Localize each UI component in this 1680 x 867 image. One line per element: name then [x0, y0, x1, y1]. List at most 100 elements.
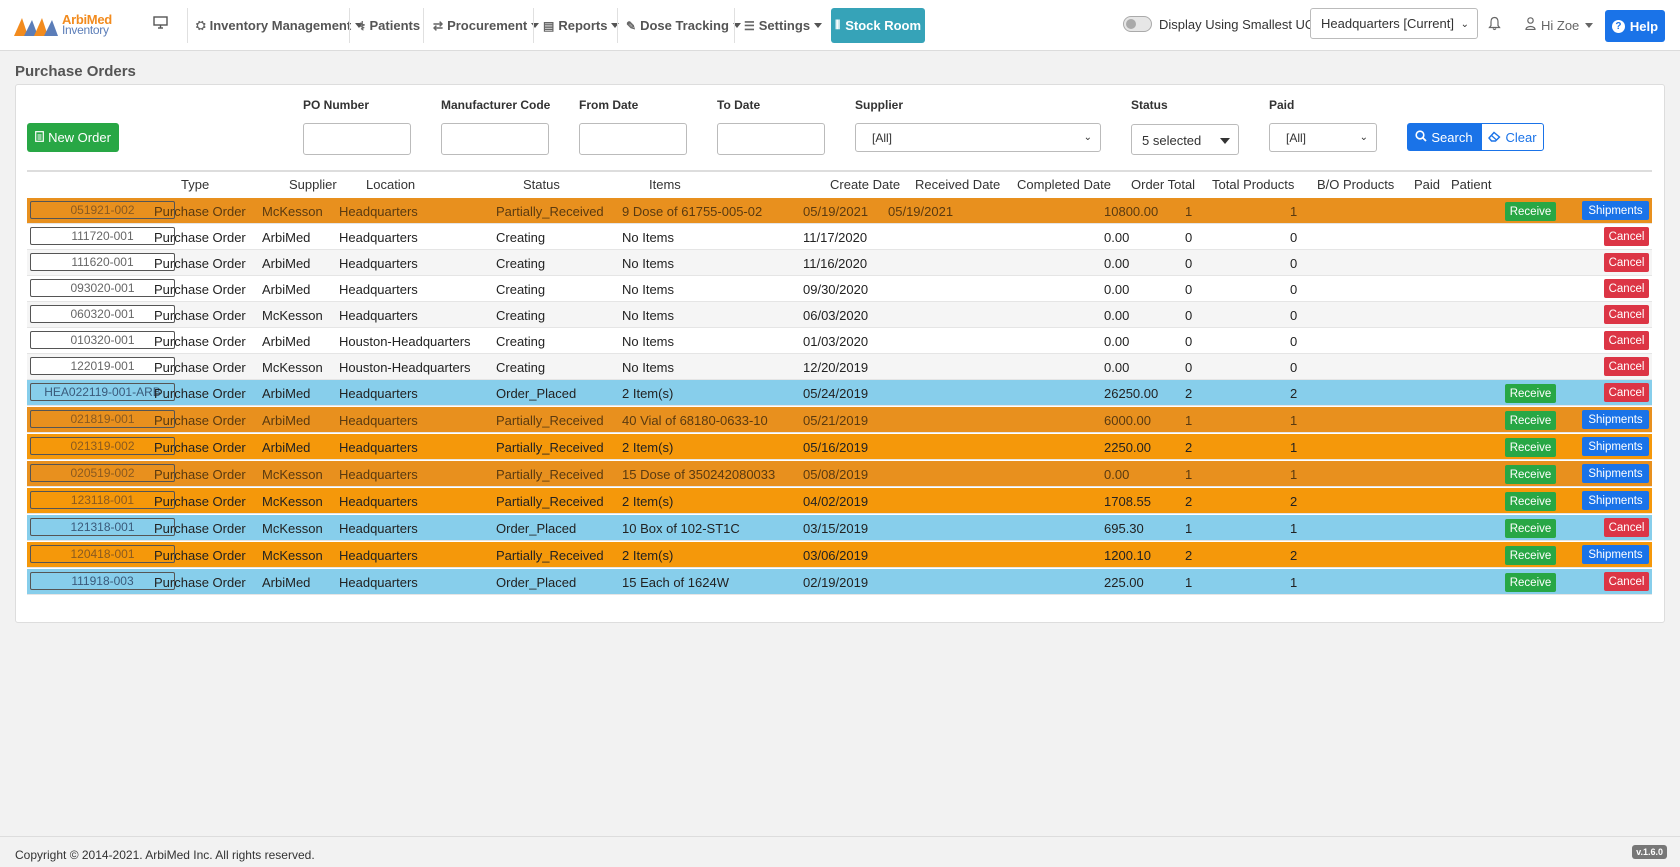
- paid-select[interactable]: [All] ⌄: [1269, 123, 1377, 152]
- shipments-button[interactable]: Shipments: [1582, 201, 1649, 220]
- cell-total: 1708.55: [1104, 494, 1151, 509]
- cancel-button[interactable]: Cancel: [1604, 227, 1649, 246]
- receive-button[interactable]: Receive: [1505, 573, 1556, 592]
- receive-button[interactable]: Receive: [1505, 546, 1556, 565]
- cell-type: Purchase Order: [154, 386, 246, 401]
- search-button[interactable]: Search: [1407, 123, 1481, 151]
- table-row[interactable]: 093020-001 Purchase Order ArbiMed Headquart…: [27, 276, 1652, 302]
- clear-button[interactable]: Clear: [1481, 123, 1544, 151]
- caret-down-icon: [611, 23, 620, 28]
- th-items[interactable]: Items: [649, 177, 681, 192]
- table-row[interactable]: 121318-001 Purchase Order McKesson Headquar…: [27, 515, 1652, 541]
- cancel-button[interactable]: Cancel: [1604, 279, 1649, 298]
- shipments-button[interactable]: Shipments: [1582, 491, 1649, 510]
- receive-button[interactable]: Receive: [1505, 411, 1556, 430]
- bell-icon[interactable]: [1488, 16, 1501, 34]
- help-button[interactable]: ? Help: [1605, 10, 1665, 42]
- cancel-button[interactable]: Cancel: [1604, 305, 1649, 324]
- file-plus-icon: [35, 130, 44, 145]
- receive-button[interactable]: Receive: [1505, 438, 1556, 457]
- table-row[interactable]: 021319-002 Purchase Order ArbiMed Headquart…: [27, 434, 1652, 460]
- cell-type: Purchase Order: [154, 360, 246, 375]
- from-date-input[interactable]: [579, 123, 687, 155]
- smallest-uom-toggle[interactable]: [1123, 16, 1152, 32]
- supplier-select-value: [All]: [872, 131, 893, 145]
- chevron-down-icon: ⌄: [1460, 19, 1469, 30]
- user-injured-icon: ⚕: [359, 18, 366, 33]
- nav-reports[interactable]: ▤ Reports: [543, 0, 620, 51]
- cancel-button[interactable]: Cancel: [1604, 518, 1649, 537]
- po-number-input[interactable]: [303, 123, 411, 155]
- table-row[interactable]: 060320-001 Purchase Order McKesson Headquar…: [27, 302, 1652, 328]
- table-row[interactable]: 010320-001 Purchase Order ArbiMed Houston-H…: [27, 328, 1652, 354]
- smallest-uom-label: Display Using Smallest UOM: [1159, 17, 1326, 32]
- table-row[interactable]: 020519-002 Purchase Order McKesson Headquar…: [27, 461, 1652, 487]
- th-type[interactable]: Type: [181, 177, 209, 192]
- cell-create: 05/19/2021: [803, 204, 869, 219]
- cell-type: Purchase Order: [154, 230, 246, 245]
- receive-button[interactable]: Receive: [1505, 519, 1556, 538]
- cell-products: 1: [1185, 204, 1193, 219]
- supplier-select[interactable]: [All] ⌄: [855, 123, 1101, 152]
- table-row[interactable]: 123118-001 Purchase Order McKesson Headquar…: [27, 488, 1652, 514]
- monitor-icon[interactable]: [153, 16, 168, 32]
- cancel-button[interactable]: Cancel: [1604, 357, 1649, 376]
- cell-location: Headquarters: [339, 575, 418, 590]
- cancel-button[interactable]: Cancel: [1604, 253, 1649, 272]
- status-multiselect[interactable]: 5 selected: [1131, 124, 1239, 155]
- nav-dose-tracking[interactable]: ✎ Dose Tracking: [626, 0, 741, 51]
- shipments-button[interactable]: Shipments: [1582, 410, 1649, 429]
- th-patient[interactable]: Patient: [1451, 177, 1491, 192]
- th-supplier[interactable]: Supplier: [289, 177, 337, 192]
- arbimed-logo[interactable]: ArbiMed Inventory: [14, 12, 119, 38]
- cell-status: Partially_Received: [496, 440, 604, 455]
- table-row[interactable]: 051921-002 Purchase Order McKesson Headquar…: [27, 198, 1652, 224]
- cancel-button[interactable]: Cancel: [1604, 383, 1649, 402]
- shipments-button[interactable]: Shipments: [1582, 464, 1649, 483]
- location-select[interactable]: Headquarters [Current] ⌄: [1310, 8, 1478, 39]
- th-received-date[interactable]: Received Date: [915, 177, 1000, 192]
- th-bo-products[interactable]: B/O Products: [1317, 177, 1394, 192]
- shipments-button[interactable]: Shipments: [1582, 545, 1649, 564]
- table-row[interactable]: 111620-001 Purchase Order ArbiMed Headquart…: [27, 250, 1652, 276]
- table-row[interactable]: 021819-001 Purchase Order ArbiMed Headquart…: [27, 407, 1652, 433]
- cell-supplier: McKesson: [262, 548, 323, 563]
- th-completed-date[interactable]: Completed Date: [1017, 177, 1111, 192]
- nav-procurement[interactable]: ⇄ Procurement: [433, 0, 540, 51]
- receive-button[interactable]: Receive: [1505, 492, 1556, 511]
- th-create-date[interactable]: Create Date: [830, 177, 900, 192]
- nav-inventory-management[interactable]: ⛭ Inventory Management: [196, 0, 364, 51]
- user-menu[interactable]: Hi Zoe: [1525, 17, 1594, 33]
- th-location[interactable]: Location: [366, 177, 415, 192]
- new-order-button[interactable]: New Order: [27, 123, 119, 152]
- cell-total: 695.30: [1104, 521, 1144, 536]
- table-row[interactable]: 111720-001 Purchase Order ArbiMed Headquart…: [27, 224, 1652, 250]
- receive-button[interactable]: Receive: [1505, 202, 1556, 221]
- nav-patients[interactable]: ⚕ Patients: [359, 0, 420, 51]
- manufacturer-code-input[interactable]: [441, 123, 549, 155]
- shipments-button[interactable]: Shipments: [1582, 437, 1649, 456]
- th-total-products[interactable]: Total Products: [1212, 177, 1294, 192]
- to-date-input[interactable]: [717, 123, 825, 155]
- table-row[interactable]: 111918-003 Purchase Order ArbiMed Headquart…: [27, 569, 1652, 595]
- cancel-button[interactable]: Cancel: [1604, 572, 1649, 591]
- nav-settings[interactable]: ☰ Settings: [744, 0, 823, 51]
- th-status[interactable]: Status: [523, 177, 560, 192]
- table-row[interactable]: 120418-001 Purchase Order McKesson Headquar…: [27, 542, 1652, 568]
- cell-type: Purchase Order: [154, 282, 246, 297]
- receive-button[interactable]: Receive: [1505, 465, 1556, 484]
- table-row[interactable]: HEA022119-001-ARB Purchase Order ArbiMed He…: [27, 380, 1652, 406]
- th-paid[interactable]: Paid: [1414, 177, 1440, 192]
- caret-down-icon: [1220, 138, 1230, 144]
- stock-room-button[interactable]: ⦀ Stock Room: [831, 8, 925, 43]
- cell-total: 0.00: [1104, 334, 1130, 349]
- cancel-button[interactable]: Cancel: [1604, 331, 1649, 350]
- cell-status: Partially_Received: [496, 494, 604, 509]
- cell-location: Headquarters: [339, 282, 418, 297]
- cell-bo: 1: [1290, 521, 1298, 536]
- th-order-total[interactable]: Order Total: [1131, 177, 1195, 192]
- receive-button[interactable]: Receive: [1505, 384, 1556, 403]
- cell-products: 0: [1185, 282, 1193, 297]
- paid-label: Paid: [1269, 98, 1295, 112]
- table-row[interactable]: 122019-001 Purchase Order McKesson Houston-…: [27, 354, 1652, 380]
